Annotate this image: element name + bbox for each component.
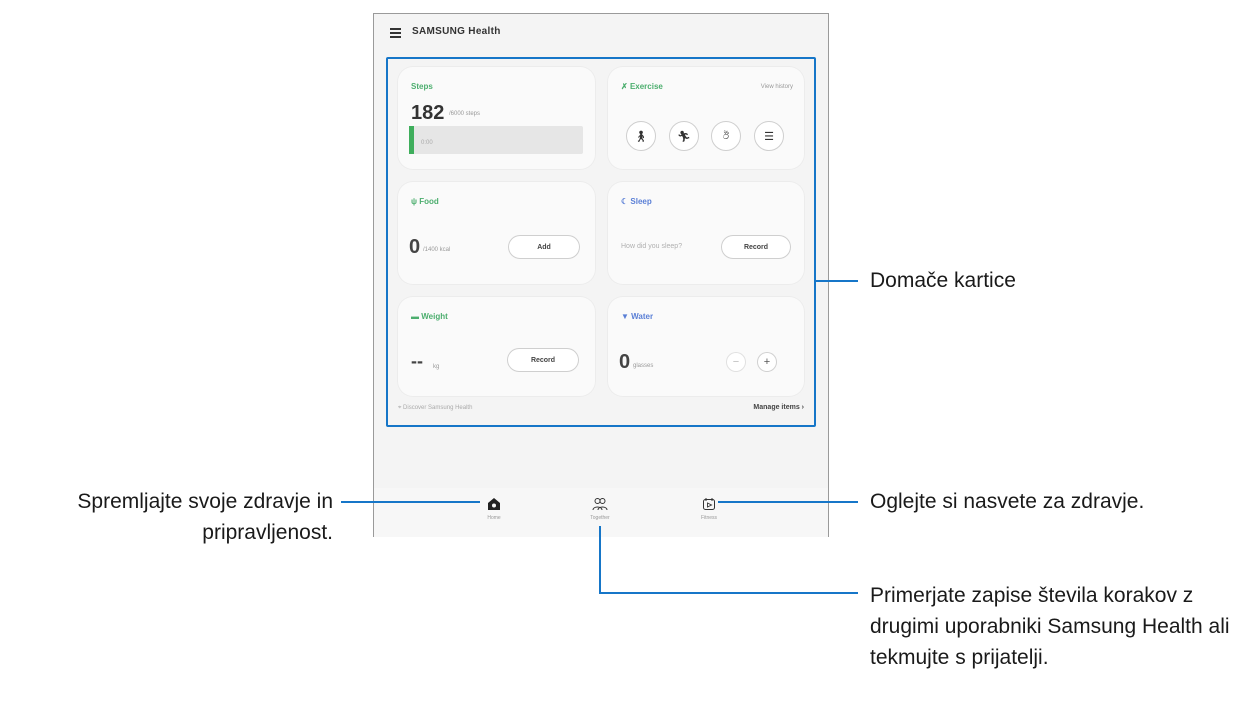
home-cards-highlight xyxy=(386,57,816,427)
nav-home[interactable]: Home xyxy=(464,496,524,521)
phone-screen: SAMSUNG Health Steps 182 /6000 steps 0:0… xyxy=(373,13,829,537)
callout-track: Spremljajte svoje zdravje in pripravljen… xyxy=(77,490,333,544)
bottom-nav: Home Together Fitness xyxy=(374,488,828,537)
callout-line-together-vertical xyxy=(599,526,601,593)
nav-together[interactable]: Together xyxy=(570,496,630,521)
people-icon xyxy=(592,498,608,511)
app-title: SAMSUNG Health xyxy=(412,26,501,37)
callout-line-together-horizontal xyxy=(599,592,858,594)
callout-home-cards: Domače kartice xyxy=(870,269,1016,292)
callout-line-cards xyxy=(816,280,858,282)
nav-fitness-label: Fitness xyxy=(700,515,718,521)
callout-line-track xyxy=(341,501,480,503)
top-bar: SAMSUNG Health xyxy=(374,14,828,54)
callout-tips: Oglejte si nasvete za zdravje. xyxy=(870,490,1145,513)
nav-fitness[interactable]: Fitness xyxy=(679,496,739,521)
hamburger-menu-icon[interactable] xyxy=(390,28,401,38)
callout-line-tips xyxy=(718,501,858,503)
home-icon xyxy=(488,498,500,510)
nav-home-label: Home xyxy=(487,515,501,521)
nav-together-label: Together xyxy=(590,515,610,521)
callout-together: Primerjate zapise števila korakov z drug… xyxy=(870,584,1230,669)
play-calendar-icon xyxy=(703,498,715,510)
